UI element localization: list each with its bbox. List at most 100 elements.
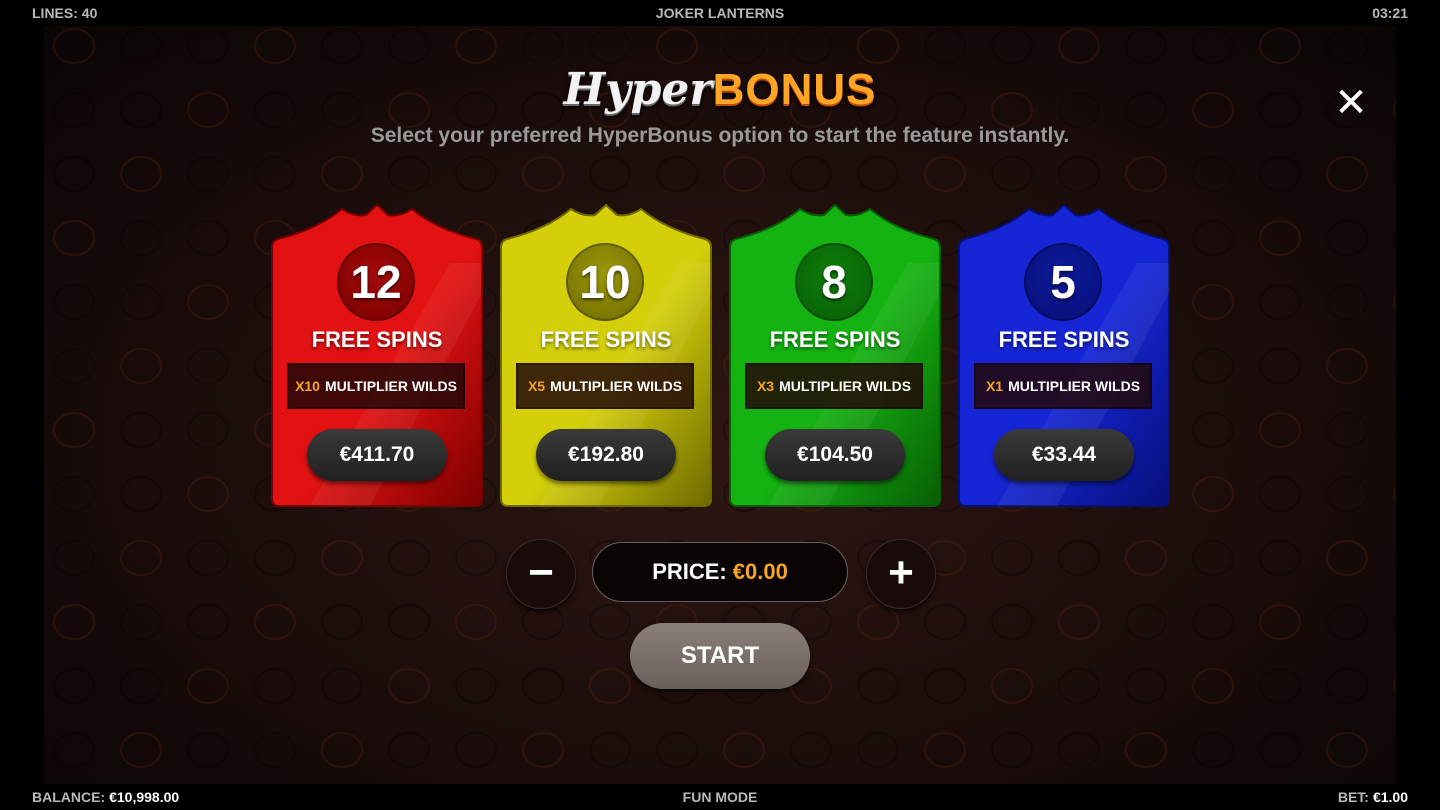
pumpkin-icon xyxy=(120,156,162,192)
free-spins-label: FREE SPINS xyxy=(998,327,1130,352)
pumpkin-icon xyxy=(254,668,296,704)
pumpkin-icon xyxy=(1058,28,1100,64)
pumpkin-icon xyxy=(53,604,95,640)
bet-label: BET: xyxy=(1337,789,1369,805)
pumpkin-icon xyxy=(1192,348,1234,384)
spins-count: 8 xyxy=(795,243,873,321)
close-icon[interactable]: ✕ xyxy=(1332,83,1370,123)
pumpkin-icon xyxy=(455,540,497,576)
bet-display: BET: €1.00 xyxy=(1338,789,1408,805)
bonus-option-5-spins[interactable]: 5 FREE SPINS X1 MULTIPLIER WILDS €33.44 xyxy=(957,203,1171,508)
pumpkin-icon xyxy=(187,156,229,192)
pumpkin-icon xyxy=(254,156,296,192)
pumpkin-icon xyxy=(991,540,1033,576)
pumpkin-icon xyxy=(1192,604,1234,640)
bet-value: €1.00 xyxy=(1372,789,1408,805)
pumpkin-icon xyxy=(120,476,162,512)
pumpkin-icon xyxy=(1125,28,1167,64)
pumpkin-icon xyxy=(1192,284,1234,320)
pumpkin-icon xyxy=(187,220,229,256)
pumpkin-icon xyxy=(723,732,765,768)
pumpkin-icon xyxy=(1326,220,1368,256)
bonus-option-10-spins[interactable]: 10 FREE SPINS X5 MULTIPLIER WILDS €192.80 xyxy=(499,203,713,508)
pumpkin-icon xyxy=(187,28,229,64)
pumpkin-icon xyxy=(120,604,162,640)
pumpkin-icon xyxy=(53,220,95,256)
pumpkin-icon xyxy=(924,156,966,192)
top-bar: LINES: 40 JOKER LANTERNS 03:21 xyxy=(0,0,1440,26)
option-price-button[interactable]: €104.50 xyxy=(765,429,905,481)
spins-count: 5 xyxy=(1024,243,1102,321)
wilds-text: MULTIPLIER WILDS xyxy=(324,378,457,394)
multiplier-wilds-label: X5 MULTIPLIER WILDS xyxy=(516,363,694,409)
pumpkin-icon xyxy=(1259,156,1301,192)
wilds-text: MULTIPLIER WILDS xyxy=(779,378,912,394)
pumpkin-icon xyxy=(388,540,430,576)
pumpkin-icon xyxy=(1192,28,1234,64)
increase-button[interactable]: + xyxy=(866,539,936,609)
pumpkin-icon xyxy=(1259,668,1301,704)
pumpkin-icon xyxy=(1259,476,1301,512)
pumpkin-icon xyxy=(187,604,229,640)
pumpkin-icon xyxy=(388,732,430,768)
pumpkin-icon xyxy=(120,732,162,768)
pumpkin-icon xyxy=(120,284,162,320)
multiplier-wilds-label: X3 MULTIPLIER WILDS xyxy=(745,363,923,409)
pumpkin-icon xyxy=(1058,540,1100,576)
option-price-button[interactable]: €33.44 xyxy=(994,429,1134,481)
free-spins-label: FREE SPINS xyxy=(769,327,901,352)
pumpkin-icon xyxy=(1192,476,1234,512)
pumpkin-icon xyxy=(455,156,497,192)
pumpkin-icon xyxy=(1125,668,1167,704)
pumpkin-icon xyxy=(857,732,899,768)
pumpkin-icon xyxy=(924,604,966,640)
hyperbonus-logo: HyperBONUS xyxy=(0,64,1440,116)
pumpkin-icon xyxy=(388,28,430,64)
pumpkin-icon xyxy=(187,540,229,576)
pumpkin-icon xyxy=(1393,356,1396,376)
multiplier-value: X3 xyxy=(756,378,775,394)
pumpkin-icon xyxy=(924,28,966,64)
pumpkin-icon xyxy=(790,28,832,64)
option-price-button[interactable]: €411.70 xyxy=(307,429,447,481)
multiplier-value: X1 xyxy=(985,378,1004,394)
pumpkin-icon xyxy=(1326,156,1368,192)
pumpkin-icon xyxy=(656,732,698,768)
pumpkin-icon xyxy=(187,348,229,384)
pumpkin-icon xyxy=(321,540,363,576)
bottom-bar: BALANCE: €10,998.00 FUN MODE BET: €1.00 xyxy=(0,784,1440,810)
pumpkin-icon xyxy=(53,28,95,64)
pumpkin-icon xyxy=(991,668,1033,704)
pumpkin-icon xyxy=(53,412,95,448)
pumpkin-icon xyxy=(790,732,832,768)
pumpkin-icon xyxy=(388,668,430,704)
pumpkin-icon xyxy=(991,732,1033,768)
pumpkin-icon xyxy=(790,156,832,192)
bonus-option-8-spins[interactable]: 8 FREE SPINS X3 MULTIPLIER WILDS €104.50 xyxy=(728,203,942,508)
pumpkin-icon xyxy=(1259,604,1301,640)
decrease-button[interactable]: − xyxy=(506,539,576,609)
wilds-text: MULTIPLIER WILDS xyxy=(1008,378,1141,394)
pumpkin-icon xyxy=(53,284,95,320)
pumpkin-icon xyxy=(53,476,95,512)
clock: 03:21 xyxy=(1372,5,1408,21)
start-button[interactable]: START xyxy=(630,623,810,689)
option-price-button[interactable]: €192.80 xyxy=(536,429,676,481)
pumpkin-icon xyxy=(254,540,296,576)
pumpkin-icon xyxy=(723,156,765,192)
pumpkin-icon xyxy=(388,604,430,640)
pumpkin-icon xyxy=(924,668,966,704)
pumpkin-icon xyxy=(991,156,1033,192)
pumpkin-icon xyxy=(522,28,564,64)
pumpkin-icon xyxy=(1125,604,1167,640)
pumpkin-icon xyxy=(120,220,162,256)
pumpkin-icon xyxy=(1393,292,1396,312)
pumpkin-icon xyxy=(53,668,95,704)
multiplier-value: X10 xyxy=(295,378,320,394)
multiplier-value: X5 xyxy=(527,378,546,394)
logo-bonus-text: BONUS xyxy=(712,65,877,114)
pumpkin-icon xyxy=(1393,484,1396,504)
pumpkin-icon xyxy=(1259,284,1301,320)
pumpkin-icon xyxy=(589,604,631,640)
bonus-option-12-spins[interactable]: 12 FREE SPINS X10 MULTIPLIER WILDS €411.7… xyxy=(270,203,484,508)
